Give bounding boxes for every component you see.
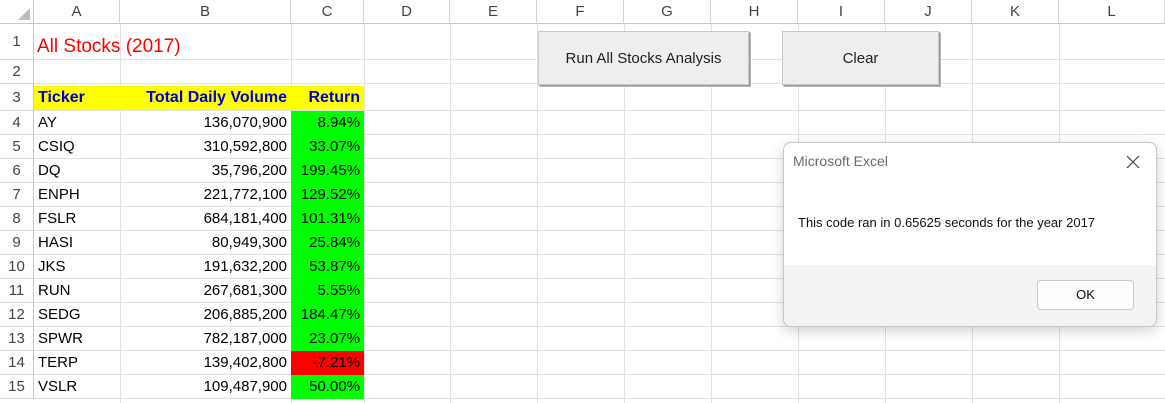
- volume-cell[interactable]: 221,772,100: [120, 183, 291, 207]
- column-header-b[interactable]: B: [120, 0, 291, 24]
- dialog-title: Microsoft Excel: [793, 153, 888, 169]
- sheet-title[interactable]: All Stocks (2017): [34, 34, 294, 58]
- select-all-corner[interactable]: [0, 0, 34, 24]
- volume-cell[interactable]: 109,487,900: [120, 375, 291, 399]
- return-cell[interactable]: 8.94%: [291, 111, 364, 135]
- row-header-12[interactable]: 12: [0, 303, 34, 327]
- ticker-cell[interactable]: VSLR: [34, 375, 120, 399]
- select-all-icon: [18, 8, 30, 20]
- close-icon[interactable]: [1122, 151, 1144, 173]
- column-header-a[interactable]: A: [34, 0, 120, 24]
- column-header-e[interactable]: E: [450, 0, 537, 24]
- return-cell[interactable]: 23.07%: [291, 327, 364, 351]
- ticker-cell[interactable]: RUN: [34, 279, 120, 303]
- volume-cell[interactable]: 267,681,300: [120, 279, 291, 303]
- message-box-dialog: Microsoft Excel This code ran in 0.65625…: [783, 142, 1157, 327]
- row-header-9[interactable]: 9: [0, 231, 34, 255]
- return-cell[interactable]: 129.52%: [291, 183, 364, 207]
- header-volume[interactable]: Total Daily Volume: [120, 86, 291, 110]
- spreadsheet-grid: A B C D E F G H I J K L 1 2 3 4 5 6 7 8 …: [0, 0, 1165, 403]
- return-cell[interactable]: 101.31%: [291, 207, 364, 231]
- clear-button[interactable]: Clear: [782, 31, 939, 85]
- close-icon-glyph: [1126, 155, 1140, 169]
- return-cell[interactable]: 50.00%: [291, 375, 364, 399]
- row-header-10[interactable]: 10: [0, 255, 34, 279]
- row-header-14[interactable]: 14: [0, 351, 34, 375]
- run-all-stocks-analysis-button[interactable]: Run All Stocks Analysis: [538, 31, 749, 85]
- return-cell[interactable]: 199.45%: [291, 159, 364, 183]
- ticker-cell[interactable]: TERP: [34, 351, 120, 375]
- column-header-f[interactable]: F: [537, 0, 624, 24]
- ticker-cell[interactable]: CSIQ: [34, 135, 120, 159]
- return-cell[interactable]: 53.87%: [291, 255, 364, 279]
- column-header-h[interactable]: H: [711, 0, 798, 24]
- volume-cell[interactable]: 80,949,300: [120, 231, 291, 255]
- volume-cell[interactable]: 35,796,200: [120, 159, 291, 183]
- volume-cell[interactable]: 139,402,800: [120, 351, 291, 375]
- ticker-cell[interactable]: SPWR: [34, 327, 120, 351]
- volume-cell[interactable]: 310,592,800: [120, 135, 291, 159]
- header-ticker[interactable]: Ticker: [34, 86, 120, 110]
- return-cell[interactable]: 5.55%: [291, 279, 364, 303]
- row-header-5[interactable]: 5: [0, 135, 34, 159]
- ticker-cell[interactable]: SEDG: [34, 303, 120, 327]
- volume-cell[interactable]: 206,885,200: [120, 303, 291, 327]
- column-header-l[interactable]: L: [1059, 0, 1165, 24]
- gridline: [450, 24, 451, 403]
- ticker-cell[interactable]: HASI: [34, 231, 120, 255]
- row-header-13[interactable]: 13: [0, 327, 34, 351]
- column-header-i[interactable]: I: [798, 0, 885, 24]
- row-header-8[interactable]: 8: [0, 207, 34, 231]
- row-header-2[interactable]: 2: [0, 60, 34, 84]
- header-return[interactable]: Return: [291, 86, 364, 110]
- ticker-cell[interactable]: DQ: [34, 159, 120, 183]
- volume-cell[interactable]: 684,181,400: [120, 207, 291, 231]
- column-header-j[interactable]: J: [885, 0, 972, 24]
- gridline: [364, 24, 365, 403]
- ticker-cell[interactable]: ENPH: [34, 183, 120, 207]
- column-header-d[interactable]: D: [364, 0, 450, 24]
- ticker-cell[interactable]: AY: [34, 111, 120, 135]
- return-cell[interactable]: -7.21%: [291, 351, 364, 375]
- ok-button[interactable]: OK: [1037, 280, 1134, 310]
- row-header-6[interactable]: 6: [0, 159, 34, 183]
- row-header-3[interactable]: 3: [0, 84, 34, 111]
- row-header-7[interactable]: 7: [0, 183, 34, 207]
- row-header-15[interactable]: 15: [0, 375, 34, 399]
- row-header-4[interactable]: 4: [0, 111, 34, 135]
- ticker-cell[interactable]: JKS: [34, 255, 120, 279]
- volume-cell[interactable]: 782,187,000: [120, 327, 291, 351]
- return-cell[interactable]: 33.07%: [291, 135, 364, 159]
- return-cell[interactable]: 184.47%: [291, 303, 364, 327]
- column-header-g[interactable]: G: [624, 0, 711, 24]
- row-header-1[interactable]: 1: [0, 24, 34, 60]
- volume-cell[interactable]: 136,070,900: [120, 111, 291, 135]
- return-cell[interactable]: 25.84%: [291, 231, 364, 255]
- column-header-c[interactable]: C: [291, 0, 364, 24]
- dialog-message: This code ran in 0.65625 seconds for the…: [798, 215, 1096, 230]
- ticker-cell[interactable]: FSLR: [34, 207, 120, 231]
- row-header-11[interactable]: 11: [0, 279, 34, 303]
- column-header-k[interactable]: K: [972, 0, 1059, 24]
- volume-cell[interactable]: 191,632,200: [120, 255, 291, 279]
- dialog-footer: OK: [784, 265, 1156, 326]
